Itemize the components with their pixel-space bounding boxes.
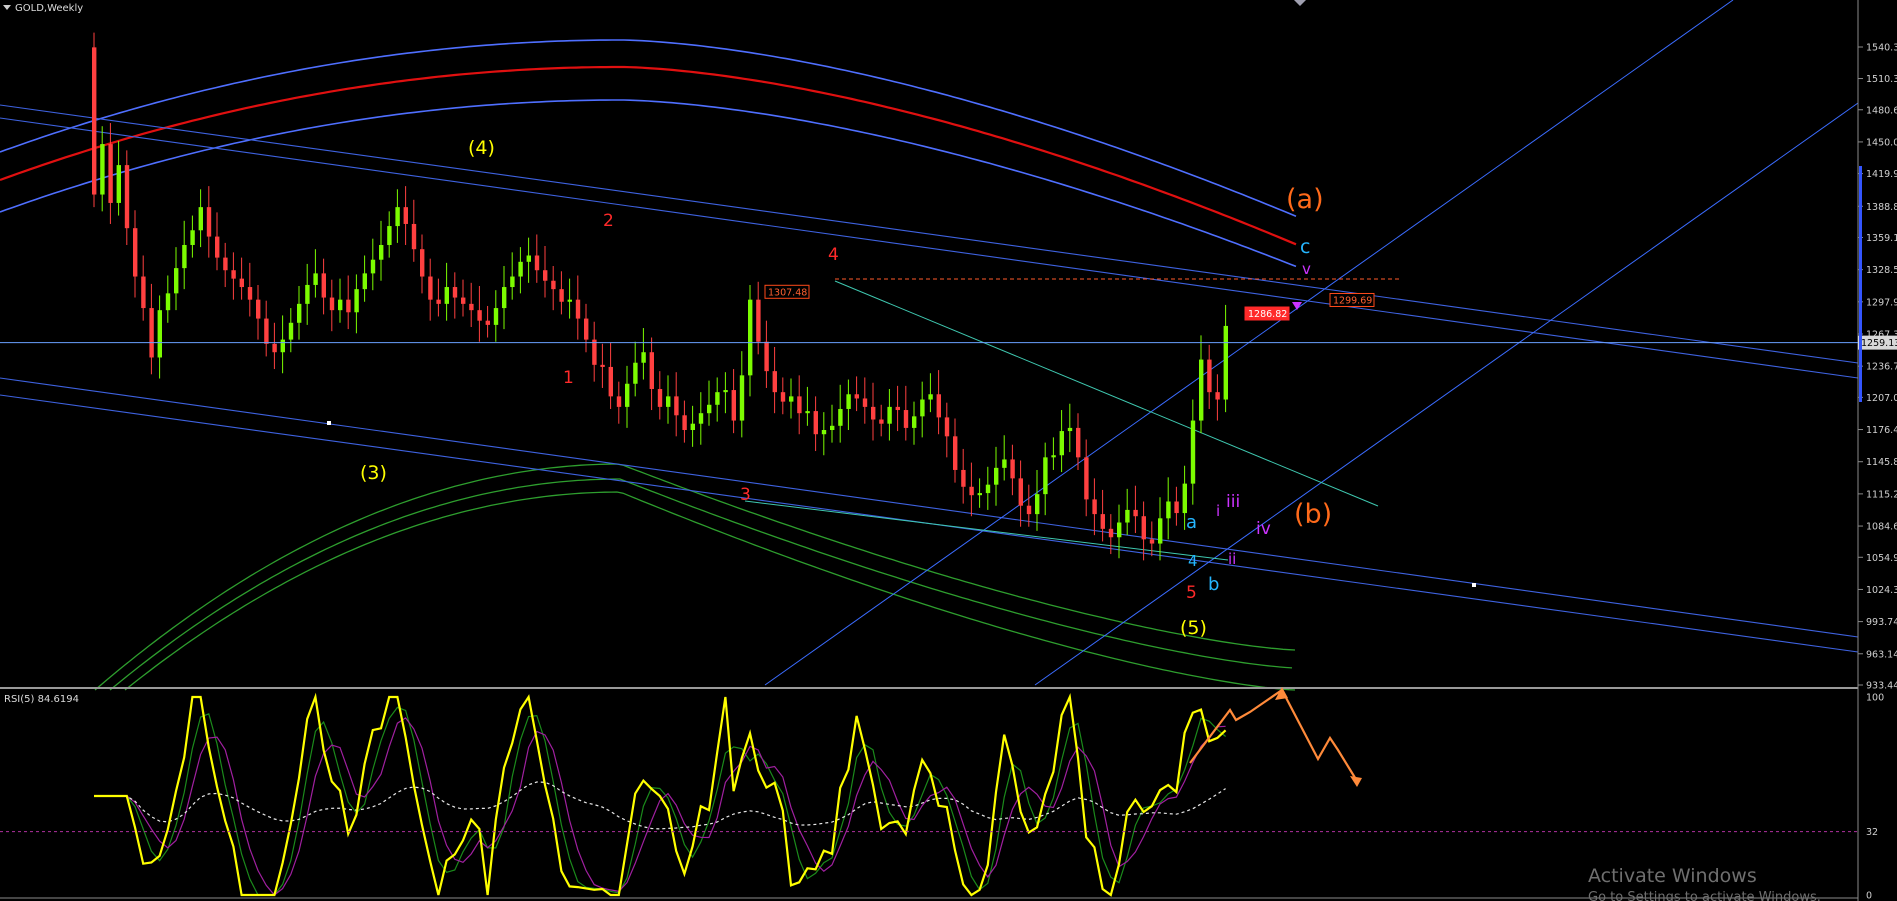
price-tag-label: 1286.82 [1248,309,1287,320]
price-tick-label: 1510.34 [1866,74,1897,85]
price-tick-label: 1024.34 [1866,585,1897,596]
wave-label: a [1186,512,1197,533]
wave-label: i [1216,502,1220,520]
wave-label: (b) [1294,499,1332,530]
wave-label: 4 [828,245,839,265]
rsi-tick-label: 32 [1866,827,1878,838]
rsi-tick-label: 0 [1866,891,1872,901]
price-tick-label: 1388.84 [1866,202,1897,213]
wave-label: 1 [563,368,574,388]
price-tag-label: 1299.69 [1333,295,1372,306]
symbol-header: GOLD,Weekly [3,3,83,14]
price-tick-label: 963.14 [1866,649,1897,660]
current-price-label: 1259.13 [1861,338,1897,349]
symbol-title: GOLD,Weekly [15,3,83,14]
trading-chart[interactable]: 1307.481286.821299.69 (4)(3)(5)(a)(b)123… [0,0,1897,901]
wave-label: 2 [603,211,614,231]
price-tick-label: 1297.94 [1866,297,1897,308]
price-tick-label: 1450.04 [1866,137,1897,148]
wave-label: 3 [740,485,751,505]
price-tick-label: 1145.84 [1866,457,1897,468]
price-tick-label: 1115.24 [1866,489,1897,500]
rsi-label: RSI(5) 84.6194 [4,694,79,705]
price-tick-label: 1328.54 [1866,265,1897,276]
wave-label: v [1302,260,1311,278]
price-tick-label: 933.44 [1866,681,1897,692]
wave-label: b [1208,574,1219,595]
price-tag-label: 1307.48 [768,287,807,298]
price-tick-label: 1054.94 [1866,553,1897,564]
scale-drag-handle[interactable] [1859,166,1862,402]
wave-label: iii [1226,492,1240,512]
price-tick-label: 1236.74 [1866,362,1897,373]
rsi-tick-label: 100 [1866,693,1884,704]
wave-label: (4) [468,137,495,159]
price-tick-label: 1359.14 [1866,233,1897,244]
wave-label: (5) [1180,617,1207,639]
wave-label: 4 [1188,552,1198,570]
price-tick-label: 1480.64 [1866,105,1897,116]
price-tick-label: 1540.34 [1866,43,1897,54]
price-tick-label: 1419.94 [1866,169,1897,180]
watermark-title: Activate Windows [1588,865,1757,887]
watermark-subtitle: Go to Settings to activate Windows. [1588,890,1821,901]
wave-label: 5 [1186,583,1197,603]
price-tick-label: 1207.04 [1866,393,1897,404]
candle [92,32,97,208]
price-tick-label: 993.74 [1866,617,1897,628]
wave-label: (3) [360,462,387,484]
wave-label: ii [1228,550,1236,568]
price-tick-label: 1176.44 [1866,425,1897,436]
price-tick-label: 1084.64 [1866,522,1897,533]
wave-label: (a) [1286,184,1324,215]
wave-label: iv [1256,519,1271,539]
wave-label: c [1300,236,1310,258]
